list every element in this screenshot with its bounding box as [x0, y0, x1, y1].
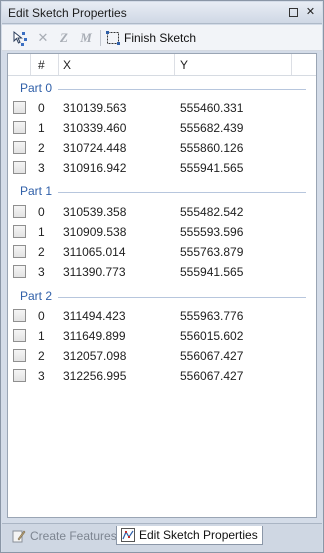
vertex-x[interactable]: 311065.014 — [63, 245, 126, 259]
dock-icon[interactable] — [287, 6, 300, 19]
toolbar-separator — [100, 30, 101, 46]
table-row[interactable]: 2 310724.448 555860.126 — [8, 138, 316, 158]
table-row[interactable]: 0 310139.563 555460.331 — [8, 98, 316, 118]
vertex-index: 2 — [38, 349, 45, 363]
close-icon[interactable]: ✕ — [304, 6, 317, 19]
finish-sketch-icon — [106, 31, 120, 45]
vertex-checkbox[interactable] — [13, 329, 26, 342]
finish-sketch-label: Finish Sketch — [124, 31, 197, 45]
edit-sketch-icon — [121, 528, 135, 542]
vertex-x[interactable]: 311649.899 — [63, 329, 126, 343]
vertex-x[interactable]: 310724.448 — [63, 141, 126, 155]
part-label: Part 1 — [20, 184, 53, 198]
create-features-icon — [12, 529, 26, 543]
table-row[interactable]: 3 312256.995 556067.427 — [8, 366, 316, 386]
table-row[interactable]: 0 310539.358 555482.542 — [8, 202, 316, 222]
z-values-icon[interactable]: Z — [57, 29, 71, 47]
vertex-x[interactable]: 311494.423 — [63, 309, 126, 323]
vertex-index: 3 — [38, 265, 45, 279]
table-row[interactable]: 0 311494.423 555963.776 — [8, 306, 316, 326]
tab-label: Edit Sketch Properties — [139, 528, 258, 542]
vertex-y[interactable]: 556067.427 — [180, 349, 243, 363]
vertex-y[interactable]: 556015.602 — [180, 329, 243, 343]
vertex-x[interactable]: 310909.538 — [63, 225, 126, 239]
window-titlebar: Edit Sketch Properties ✕ — [2, 2, 322, 24]
column-header-index[interactable]: # — [38, 58, 45, 72]
grid-header: # X Y — [8, 54, 316, 76]
vertex-y[interactable]: 555963.776 — [180, 309, 243, 323]
vertex-x[interactable]: 312057.098 — [63, 349, 126, 363]
table-row[interactable]: 2 311065.014 555763.879 — [8, 242, 316, 262]
vertex-checkbox[interactable] — [13, 141, 26, 154]
table-row[interactable]: 3 311390.773 555941.565 — [8, 262, 316, 282]
vertex-index: 1 — [38, 225, 45, 239]
vertex-x[interactable]: 310339.460 — [63, 121, 126, 135]
part-label: Part 0 — [20, 81, 53, 95]
column-divider — [174, 54, 175, 75]
column-divider — [291, 54, 292, 75]
vertex-y[interactable]: 555682.439 — [180, 121, 243, 135]
table-row[interactable]: 1 310909.538 555593.596 — [8, 222, 316, 242]
vertex-y[interactable]: 555460.331 — [180, 101, 243, 115]
tab-label: Create Features — [30, 529, 117, 543]
vertex-index: 1 — [38, 329, 45, 343]
vertex-index: 2 — [38, 141, 45, 155]
vertex-x[interactable]: 310539.358 — [63, 205, 126, 219]
vertex-y[interactable]: 556067.427 — [180, 369, 243, 383]
table-row[interactable]: 1 311649.899 556015.602 — [8, 326, 316, 346]
vertex-index: 3 — [38, 369, 45, 383]
vertex-y[interactable]: 555593.596 — [180, 225, 243, 239]
select-vertices-icon[interactable] — [11, 29, 29, 47]
vertex-grid[interactable]: # X Y Part 0 0 310139.563 555460.331 1 3… — [7, 53, 317, 518]
table-row[interactable]: 1 310339.460 555682.439 — [8, 118, 316, 138]
column-divider — [58, 54, 59, 75]
bottom-tab-strip: Create Features Edit Sketch Properties — [2, 523, 322, 552]
part-divider — [58, 89, 306, 90]
edit-sketch-properties-window: Edit Sketch Properties ✕ ✕ Z M Finish Sk… — [0, 0, 324, 553]
delete-vertex-icon[interactable]: ✕ — [35, 29, 51, 47]
column-header-y[interactable]: Y — [180, 58, 188, 72]
vertex-index: 3 — [38, 161, 45, 175]
m-values-icon[interactable]: M — [78, 29, 94, 47]
vertex-checkbox[interactable] — [13, 101, 26, 114]
vertex-checkbox[interactable] — [13, 245, 26, 258]
column-divider — [30, 54, 31, 75]
vertex-checkbox[interactable] — [13, 161, 26, 174]
vertex-index: 2 — [38, 245, 45, 259]
vertex-y[interactable]: 555482.542 — [180, 205, 243, 219]
vertex-index: 1 — [38, 121, 45, 135]
vertex-y[interactable]: 555941.565 — [180, 161, 243, 175]
sketch-toolbar: ✕ Z M Finish Sketch — [2, 25, 322, 51]
vertex-checkbox[interactable] — [13, 349, 26, 362]
finish-sketch-button[interactable]: Finish Sketch — [106, 28, 196, 48]
vertex-x[interactable]: 310139.563 — [63, 101, 126, 115]
window-title: Edit Sketch Properties — [8, 6, 127, 20]
part-divider — [58, 192, 306, 193]
tab-edit-sketch-properties[interactable]: Edit Sketch Properties — [116, 526, 263, 545]
vertex-y[interactable]: 555763.879 — [180, 245, 243, 259]
vertex-checkbox[interactable] — [13, 309, 26, 322]
vertex-y[interactable]: 555860.126 — [180, 141, 243, 155]
vertex-index: 0 — [38, 205, 45, 219]
table-row[interactable]: 2 312057.098 556067.427 — [8, 346, 316, 366]
part-divider — [58, 297, 306, 298]
vertex-checkbox[interactable] — [13, 265, 26, 278]
vertex-y[interactable]: 555941.565 — [180, 265, 243, 279]
vertex-checkbox[interactable] — [13, 205, 26, 218]
tab-create-features[interactable]: Create Features — [8, 526, 121, 546]
column-header-x[interactable]: X — [63, 58, 71, 72]
vertex-checkbox[interactable] — [13, 225, 26, 238]
vertex-index: 0 — [38, 309, 45, 323]
vertex-x[interactable]: 312256.995 — [63, 369, 126, 383]
table-row[interactable]: 3 310916.942 555941.565 — [8, 158, 316, 178]
vertex-index: 0 — [38, 101, 45, 115]
vertex-x[interactable]: 310916.942 — [63, 161, 126, 175]
vertex-x[interactable]: 311390.773 — [63, 265, 126, 279]
part-label: Part 2 — [20, 289, 53, 303]
vertex-checkbox[interactable] — [13, 121, 26, 134]
vertex-checkbox[interactable] — [13, 369, 26, 382]
